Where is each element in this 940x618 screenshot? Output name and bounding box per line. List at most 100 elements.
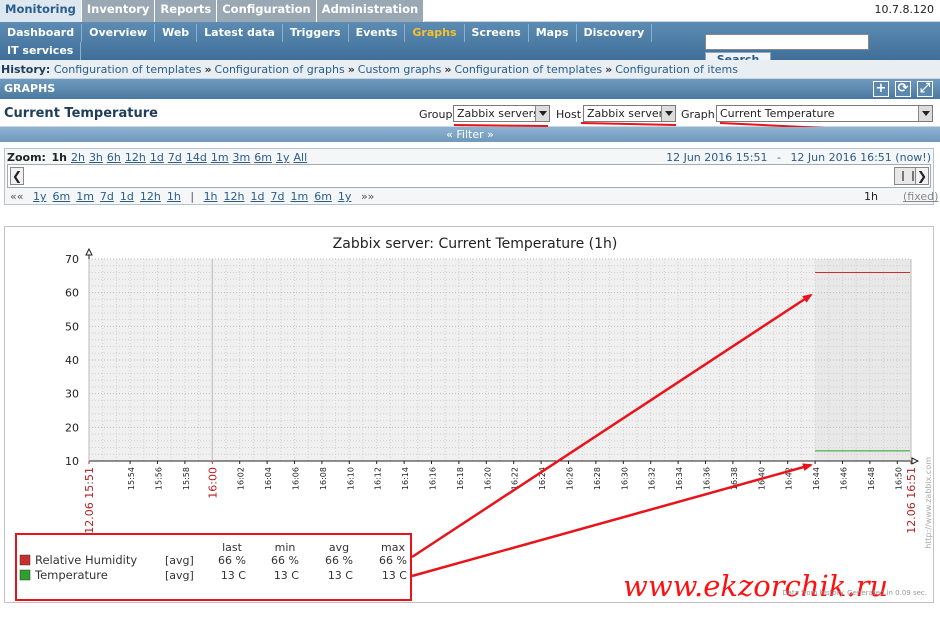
x-tick-label: 16:36: [703, 467, 712, 490]
nav-back-12h[interactable]: 12h: [137, 190, 164, 203]
server-ip: 10.7.8.120: [874, 3, 934, 16]
x-tick-label: 16:44: [812, 467, 821, 490]
zoom-12h[interactable]: 12h: [123, 151, 148, 164]
scroll-left-arrow[interactable]: ❮: [10, 167, 24, 185]
period-navigation: «« 1y 6m 1m 7d 1d 12h 1h | 1h 12h 1d 7d 1m 6m 1y »»: [7, 190, 377, 203]
zabbix-url: http://www.zabbix.com: [924, 457, 933, 549]
chevron-down-icon: [661, 106, 675, 121]
zoom-1d[interactable]: 1d: [148, 151, 166, 164]
history-separator: »: [605, 63, 613, 76]
top-menu-bar: Monitoring Inventory Reports Configuration A…: [0, 0, 940, 22]
period-value: 1h: [864, 190, 878, 203]
graphs-header: GRAPHS + ⟳ ⤢: [0, 79, 940, 99]
zoom-1h[interactable]: 1h: [49, 151, 69, 164]
nav-forward-1h[interactable]: 1h: [201, 190, 221, 203]
sub-menu-dashboard[interactable]: Dashboard: [0, 24, 83, 42]
nav-forward-1m[interactable]: 1m: [287, 190, 311, 203]
sub-menu-screens[interactable]: Screens: [465, 24, 529, 42]
nav-forward-1d[interactable]: 1d: [248, 190, 268, 203]
chevron-down-icon: [535, 106, 549, 121]
nav-forward-1y[interactable]: 1y: [335, 190, 355, 203]
y-tick-label: 60: [65, 287, 79, 300]
history-link[interactable]: Configuration of templates: [454, 63, 602, 76]
y-tick-label: 40: [65, 354, 79, 367]
nav-back-1d[interactable]: 1d: [117, 190, 137, 203]
graphs-header-title: GRAPHS: [4, 82, 56, 95]
x-tick-label: 12.06 15:51: [83, 467, 96, 534]
x-tick-label: 16:08: [319, 467, 328, 490]
y-tick-label: 50: [65, 320, 79, 333]
graph-select[interactable]: Current Temperature: [716, 105, 933, 122]
search-input[interactable]: [705, 34, 869, 50]
sub-menu-events[interactable]: Events: [349, 24, 406, 42]
top-menu-inventory[interactable]: Inventory: [81, 0, 156, 22]
zoom-6m[interactable]: 6m: [252, 151, 274, 164]
zoom-1m[interactable]: 1m: [209, 151, 231, 164]
x-tick-label: 16:06: [292, 467, 301, 490]
sub-menu-overview[interactable]: Overview: [82, 24, 156, 42]
sub-menu-discovery[interactable]: Discovery: [577, 24, 653, 42]
zoom-14d[interactable]: 14d: [184, 151, 209, 164]
history-link[interactable]: Configuration of templates: [54, 63, 202, 76]
sub-menu-it-services[interactable]: IT services: [0, 42, 82, 60]
add-to-favourites-button[interactable]: +: [873, 81, 889, 97]
y-tick-label: 30: [65, 388, 79, 401]
group-select-value: Zabbix servers: [457, 107, 539, 120]
nav-forward-12h[interactable]: 12h: [221, 190, 248, 203]
top-menu-configuration[interactable]: Configuration: [217, 0, 317, 22]
nav-back-7d[interactable]: 7d: [97, 190, 117, 203]
x-tick-label: 16:26: [566, 467, 575, 490]
y-tick-label: 10: [65, 455, 79, 468]
zoom-1y[interactable]: 1y: [274, 151, 292, 164]
nav-back-1h[interactable]: 1h: [164, 190, 184, 203]
history-link[interactable]: Configuration of items: [615, 63, 738, 76]
sub-menu-graphs[interactable]: Graphs: [405, 24, 465, 42]
host-select[interactable]: Zabbix server: [583, 105, 676, 122]
filter-toggle[interactable]: « Filter »: [0, 127, 940, 142]
y-axis-arrow-icon: [85, 247, 93, 256]
page-title: Current Temperature: [4, 106, 158, 121]
nav-back-1m[interactable]: 1m: [73, 190, 97, 203]
y-tick-label: 70: [65, 253, 79, 266]
period-fixed-toggle[interactable]: (fixed): [903, 190, 938, 203]
sub-menu-maps[interactable]: Maps: [529, 24, 577, 42]
zoom-label: Zoom:: [7, 151, 46, 164]
nav-forward-7d[interactable]: 7d: [268, 190, 288, 203]
nav-back-1y[interactable]: 1y: [30, 190, 50, 203]
sub-menu-web[interactable]: Web: [155, 24, 198, 42]
zoom-6h[interactable]: 6h: [105, 151, 123, 164]
graph-panel: Zabbix server: Current Temperature (1h) 1…: [4, 226, 934, 603]
generated-note: Data from history. Generated in 0.09 sec…: [782, 589, 927, 597]
x-tick-label: 16:16: [429, 467, 438, 490]
zoom-3h[interactable]: 3h: [87, 151, 105, 164]
x-tick-label: 12.06 16:51: [905, 467, 918, 534]
history-separator: »: [347, 63, 355, 76]
zoom-3m[interactable]: 3m: [231, 151, 253, 164]
fullscreen-button[interactable]: ⤢: [917, 81, 933, 97]
history-link[interactable]: Configuration of graphs: [215, 63, 345, 76]
top-menu-administration[interactable]: Administration: [316, 0, 425, 22]
history-link[interactable]: Custom graphs: [358, 63, 442, 76]
history-separator: »: [204, 63, 212, 76]
sub-menu: Dashboard Overview Web Latest data Triggers E…: [0, 24, 680, 60]
top-menu-reports[interactable]: Reports: [155, 0, 218, 22]
nav-forward-6m[interactable]: 6m: [311, 190, 335, 203]
date-separator: -: [776, 151, 781, 164]
time-scrollbar[interactable]: ❮ ❯: [7, 164, 931, 188]
refresh-button[interactable]: ⟳: [895, 81, 911, 97]
scroll-right-arrow[interactable]: ❯: [915, 167, 929, 185]
zoom-all[interactable]: All: [292, 151, 310, 164]
zoom-panel: Zoom: 1h 2h 3h 6h 12h 1d 7d 14d 1m 3m 6m 1y All 12 J…: [4, 148, 938, 205]
y-tick-label: 20: [65, 421, 79, 434]
zoom-2h[interactable]: 2h: [69, 151, 87, 164]
top-menu-monitoring[interactable]: Monitoring: [0, 0, 82, 22]
x-tick-label: 16:18: [456, 467, 465, 490]
x-tick-label: 16:14: [401, 467, 410, 490]
x-axis-arrow-icon: [911, 457, 920, 465]
sub-menu-triggers[interactable]: Triggers: [283, 24, 349, 42]
x-tick-label: 16:10: [346, 467, 355, 490]
zoom-7d[interactable]: 7d: [166, 151, 184, 164]
group-select[interactable]: Zabbix servers: [453, 105, 550, 122]
sub-menu-latest-data[interactable]: Latest data: [197, 24, 283, 42]
nav-back-6m[interactable]: 6m: [49, 190, 73, 203]
